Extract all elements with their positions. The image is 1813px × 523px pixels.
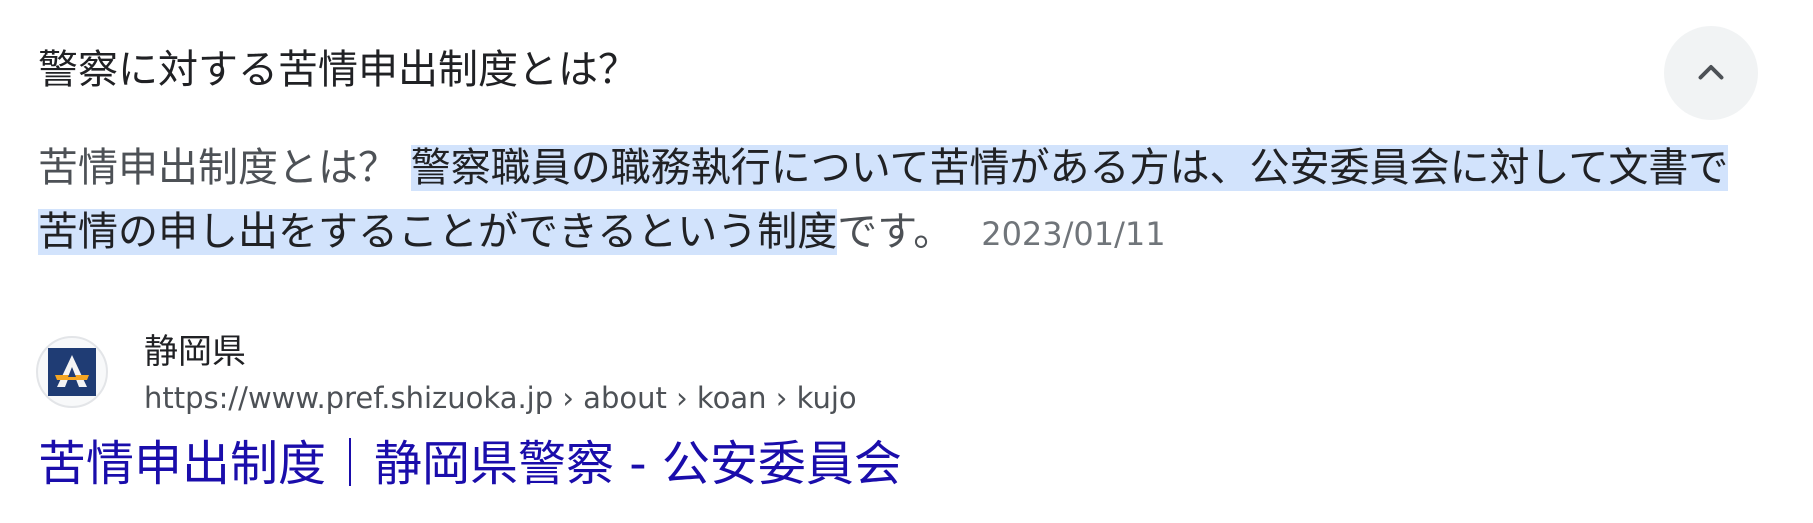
- site-url-breadcrumb[interactable]: https://www.pref.shizuoka.jp › about › k…: [144, 378, 857, 418]
- site-name: 静岡県: [144, 332, 246, 372]
- faq-question-text: 警察に対する苦情申出制度とは？: [38, 47, 638, 93]
- shizuoka-police-emblem-icon: [48, 348, 96, 396]
- result-title-link[interactable]: 苦情申出制度｜静岡県警察 - 公安委員会: [38, 432, 902, 496]
- snippet-lead: 苦情申出制度とは？: [38, 145, 411, 191]
- answer-snippet: 苦情申出制度とは？ 警察職員の職務執行について苦情がある方は、公安委員会に対して…: [38, 136, 1758, 266]
- snippet-tail: です。: [837, 209, 954, 255]
- site-favicon[interactable]: [36, 336, 108, 408]
- faq-question-row[interactable]: 警察に対する苦情申出制度とは？: [38, 26, 1758, 126]
- chevron-up-icon: [1698, 65, 1724, 80]
- collapse-button[interactable]: [1664, 26, 1758, 120]
- snippet-date: 2023/01/11: [981, 215, 1166, 253]
- source-row[interactable]: 静岡県 https://www.pref.shizuoka.jp › about…: [36, 330, 1236, 420]
